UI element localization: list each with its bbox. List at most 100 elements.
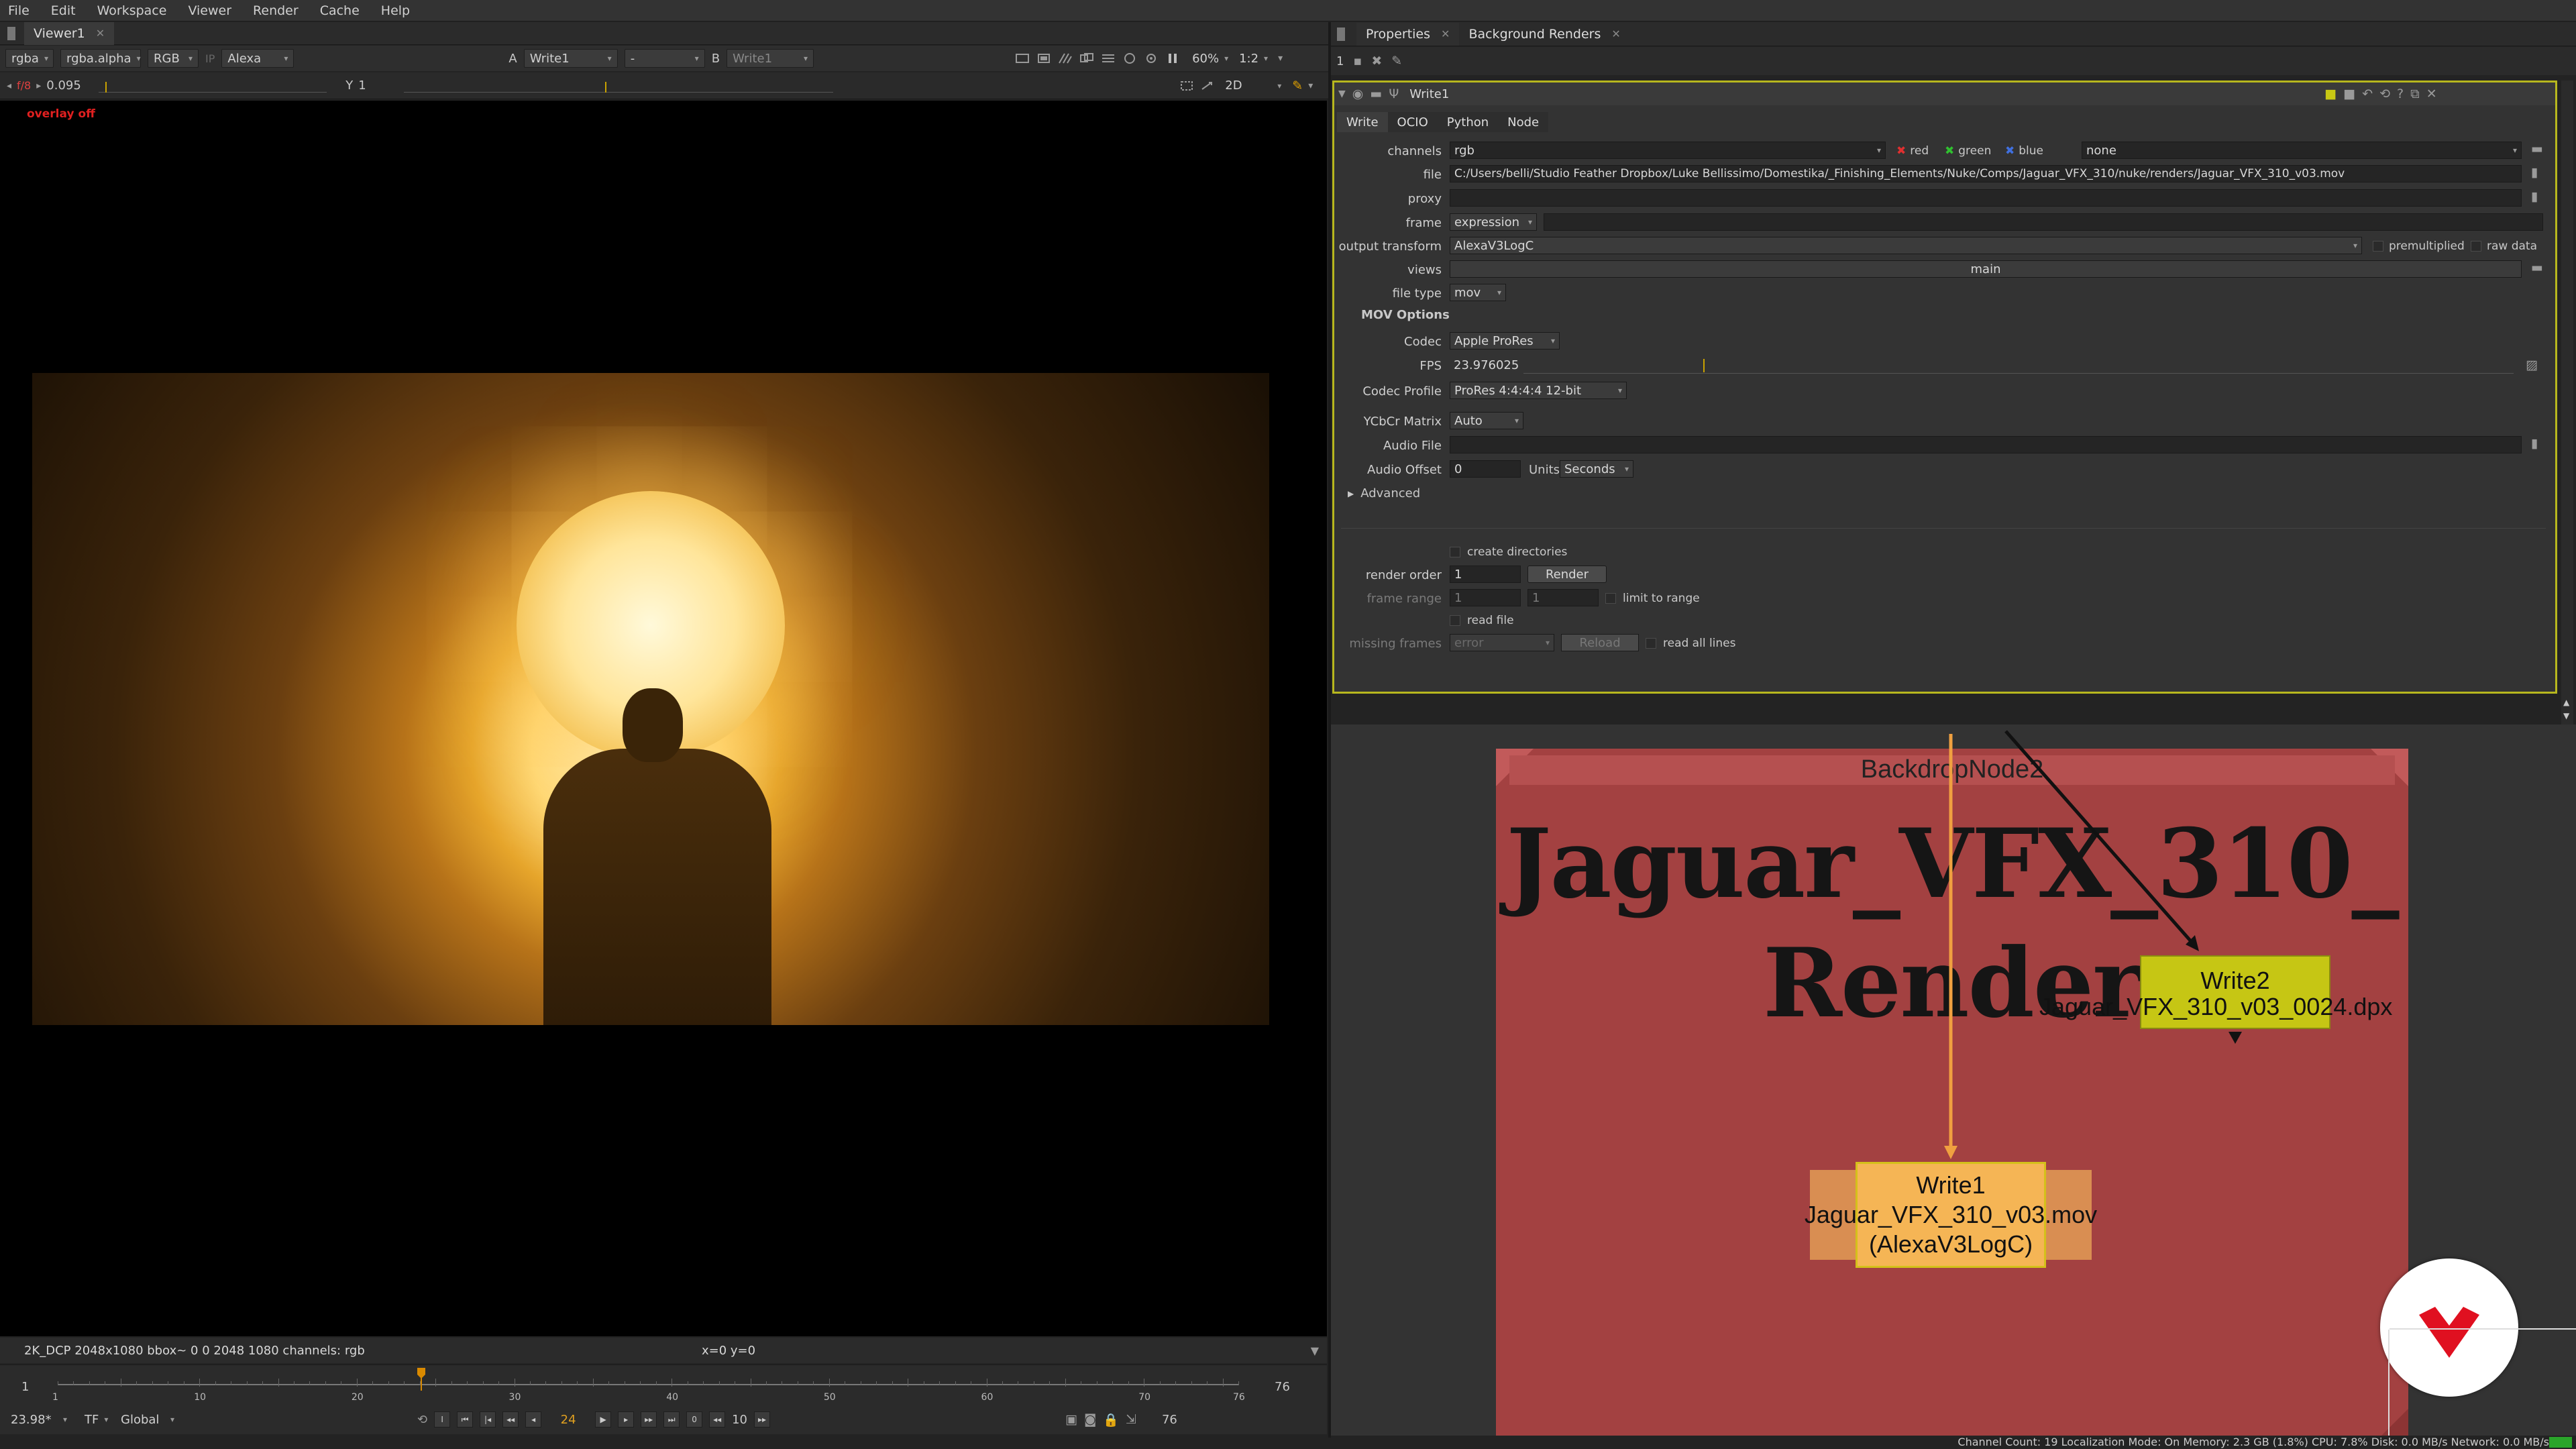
close-icon[interactable]: ✕ bbox=[1611, 28, 1620, 40]
zebra-icon[interactable] bbox=[1058, 52, 1073, 64]
tab-node[interactable]: Node bbox=[1498, 112, 1549, 132]
panel-menu-icon[interactable] bbox=[4, 22, 19, 45]
frame-range-start[interactable]: 1 bbox=[1450, 589, 1521, 606]
range-mode-dropdown[interactable]: Global ▾ bbox=[115, 1410, 180, 1429]
folder-icon[interactable]: ▮ bbox=[2531, 189, 2538, 204]
max-panels-field[interactable]: 1 bbox=[1336, 54, 1344, 68]
menu-file[interactable]: File bbox=[8, 3, 30, 18]
chevron-down-icon[interactable]: ▾ bbox=[1308, 80, 1313, 91]
next-step-button[interactable]: ▸▸ bbox=[641, 1411, 657, 1428]
frame-range-end[interactable]: 1 bbox=[1527, 589, 1599, 606]
tab-ocio[interactable]: OCIO bbox=[1387, 112, 1438, 132]
out-frame[interactable]: 76 bbox=[1162, 1413, 1177, 1427]
render-order-input[interactable]: 1 bbox=[1450, 566, 1521, 583]
next-frame-button[interactable]: ▸ bbox=[618, 1411, 635, 1428]
edit-icon[interactable]: ✎ bbox=[1391, 54, 1402, 68]
file-type-select[interactable]: mov ▾ bbox=[1450, 284, 1506, 301]
close-icon[interactable]: ✕ bbox=[96, 27, 105, 40]
tab-write[interactable]: Write bbox=[1337, 112, 1388, 132]
read-all-lines-checkbox[interactable]: read all lines bbox=[1646, 637, 1736, 650]
prev-key-button[interactable]: |◂ bbox=[480, 1411, 496, 1428]
views-menu-icon[interactable]: ▬ bbox=[2531, 260, 2543, 275]
folder-icon[interactable]: ▮ bbox=[2531, 436, 2538, 451]
zoom-dropdown[interactable]: 60% ▾ bbox=[1187, 49, 1228, 68]
properties-scrollbar[interactable]: ▲ ▼ bbox=[2561, 80, 2573, 724]
view-mode-dropdown[interactable]: 2D ▾ bbox=[1220, 76, 1287, 95]
ip-button[interactable]: IP bbox=[205, 52, 215, 65]
help-icon[interactable]: ? bbox=[2397, 87, 2404, 101]
view-transform-dropdown[interactable]: Alexa ▾ bbox=[221, 49, 294, 68]
flipbook-icon[interactable]: ▣ bbox=[1065, 1412, 1077, 1427]
current-frame-field[interactable]: 24 bbox=[548, 1413, 588, 1427]
fps-slider[interactable] bbox=[1523, 356, 2514, 374]
out-point-button[interactable]: 0 bbox=[686, 1411, 703, 1428]
missing-frames-select[interactable]: error ▾ bbox=[1450, 634, 1554, 651]
refresh-icon[interactable] bbox=[1122, 52, 1137, 64]
codec-profile-select[interactable]: ProRes 4:4:4:4 12-bit ▾ bbox=[1450, 382, 1627, 399]
center-icon[interactable]: ▬ bbox=[1370, 87, 1382, 101]
frame-mode-select[interactable]: expression ▾ bbox=[1450, 213, 1537, 231]
loop-icon[interactable]: ⟲ bbox=[417, 1413, 427, 1427]
animation-icon[interactable]: ▨ bbox=[2526, 358, 2538, 372]
lines-icon[interactable] bbox=[1101, 52, 1116, 64]
menu-help[interactable]: Help bbox=[381, 3, 410, 18]
codec-select[interactable]: Apple ProRes ▾ bbox=[1450, 332, 1560, 350]
display-dropdown[interactable]: RGB ▾ bbox=[148, 49, 199, 68]
tab-background-renders[interactable]: Background Renders ✕ bbox=[1459, 22, 1630, 46]
transform-icon[interactable] bbox=[1199, 80, 1214, 92]
audio-offset-input[interactable]: 0 bbox=[1450, 460, 1521, 478]
scroll-up-icon[interactable]: ▲ bbox=[2563, 698, 2569, 707]
extra-channel-select[interactable]: none ▾ bbox=[2082, 142, 2522, 159]
collapse-icon[interactable]: ▼ bbox=[1338, 89, 1346, 99]
color2-icon[interactable]: ■ bbox=[2343, 87, 2355, 101]
menu-render[interactable]: Render bbox=[253, 3, 299, 18]
step-back-button[interactable]: ◂◂ bbox=[709, 1411, 726, 1428]
panel-menu-icon[interactable] bbox=[1334, 26, 1348, 42]
write1-node[interactable]: Write1 Jaguar_VFX_310_v03.mov (AlexaV3Lo… bbox=[1805, 1162, 2097, 1268]
alpha-dropdown[interactable]: rgba.alpha ▾ bbox=[60, 49, 141, 68]
viewer-toggle-icon[interactable]: ◉ bbox=[1352, 87, 1364, 101]
pin-icon[interactable]: Ψ bbox=[1389, 87, 1399, 101]
proxy-path-input[interactable] bbox=[1450, 189, 2522, 207]
blue-checkbox[interactable]: ✖ blue bbox=[2005, 144, 2043, 158]
channels-dropdown[interactable]: rgba ▾ bbox=[5, 49, 54, 68]
advanced-toggle[interactable]: ▶ Advanced bbox=[1348, 486, 1420, 500]
gain-label[interactable]: f/8 bbox=[17, 79, 31, 92]
menu-cache[interactable]: Cache bbox=[320, 3, 360, 18]
node-name-field[interactable]: Write1 bbox=[1405, 85, 2318, 103]
capture-icon[interactable]: ◙ bbox=[1084, 1412, 1096, 1427]
tf-dropdown[interactable]: TF ▾ bbox=[79, 1410, 109, 1429]
channel-menu-icon[interactable]: ▬ bbox=[2531, 142, 2543, 156]
step-field[interactable]: 10 bbox=[732, 1413, 747, 1427]
timeline-start[interactable]: 1 bbox=[21, 1380, 29, 1394]
undo-icon[interactable]: ↶ bbox=[2362, 87, 2373, 101]
chevron-down-icon[interactable]: ▼ bbox=[1311, 1344, 1319, 1357]
clear-icon[interactable]: ✖ bbox=[1371, 54, 1382, 68]
timeline-end[interactable]: 76 bbox=[1275, 1380, 1290, 1394]
crop-icon[interactable] bbox=[1179, 80, 1194, 92]
red-checkbox[interactable]: ✖ red bbox=[1896, 144, 1929, 158]
output-transform-select[interactable]: AlexaV3LogC ▾ bbox=[1450, 237, 2362, 254]
a-input-dropdown[interactable]: Write1 ▾ bbox=[523, 49, 618, 68]
step-fwd-button[interactable]: ▸▸ bbox=[754, 1411, 770, 1428]
file-path-input[interactable]: C:/Users/belli/Studio Feather Dropbox/Lu… bbox=[1450, 165, 2522, 182]
close-icon[interactable]: ✕ bbox=[2426, 87, 2437, 101]
lock-icon[interactable]: ▪ bbox=[1353, 54, 1362, 68]
chevron-left-icon[interactable]: ◂ bbox=[7, 80, 11, 91]
create-directories-checkbox[interactable]: create directories bbox=[1450, 545, 1567, 559]
channels-select[interactable]: rgb ▾ bbox=[1450, 142, 1886, 159]
play-button[interactable]: ▶ bbox=[595, 1411, 612, 1428]
compare-icon[interactable] bbox=[1079, 52, 1094, 64]
timeline[interactable]: 1 1 10 20 30 40 50 60 70 76 76 bbox=[0, 1364, 1327, 1405]
ycbcr-select[interactable]: Auto ▾ bbox=[1450, 412, 1523, 429]
gain-value[interactable]: 0.095 bbox=[46, 78, 93, 93]
scroll-down-icon[interactable]: ▼ bbox=[2563, 711, 2569, 720]
audio-file-input[interactable] bbox=[1450, 436, 2522, 453]
tab-properties[interactable]: Properties ✕ bbox=[1356, 22, 1460, 46]
chevron-down-icon[interactable]: ▾ bbox=[1278, 53, 1283, 64]
wipe-dropdown[interactable]: - ▾ bbox=[624, 49, 705, 68]
export-icon[interactable]: ⇲ bbox=[1126, 1412, 1136, 1427]
in-point-button[interactable]: I bbox=[434, 1411, 451, 1428]
units-select[interactable]: Seconds ▾ bbox=[1560, 460, 1633, 478]
proxy-dropdown[interactable]: 1:2 ▾ bbox=[1234, 49, 1271, 68]
